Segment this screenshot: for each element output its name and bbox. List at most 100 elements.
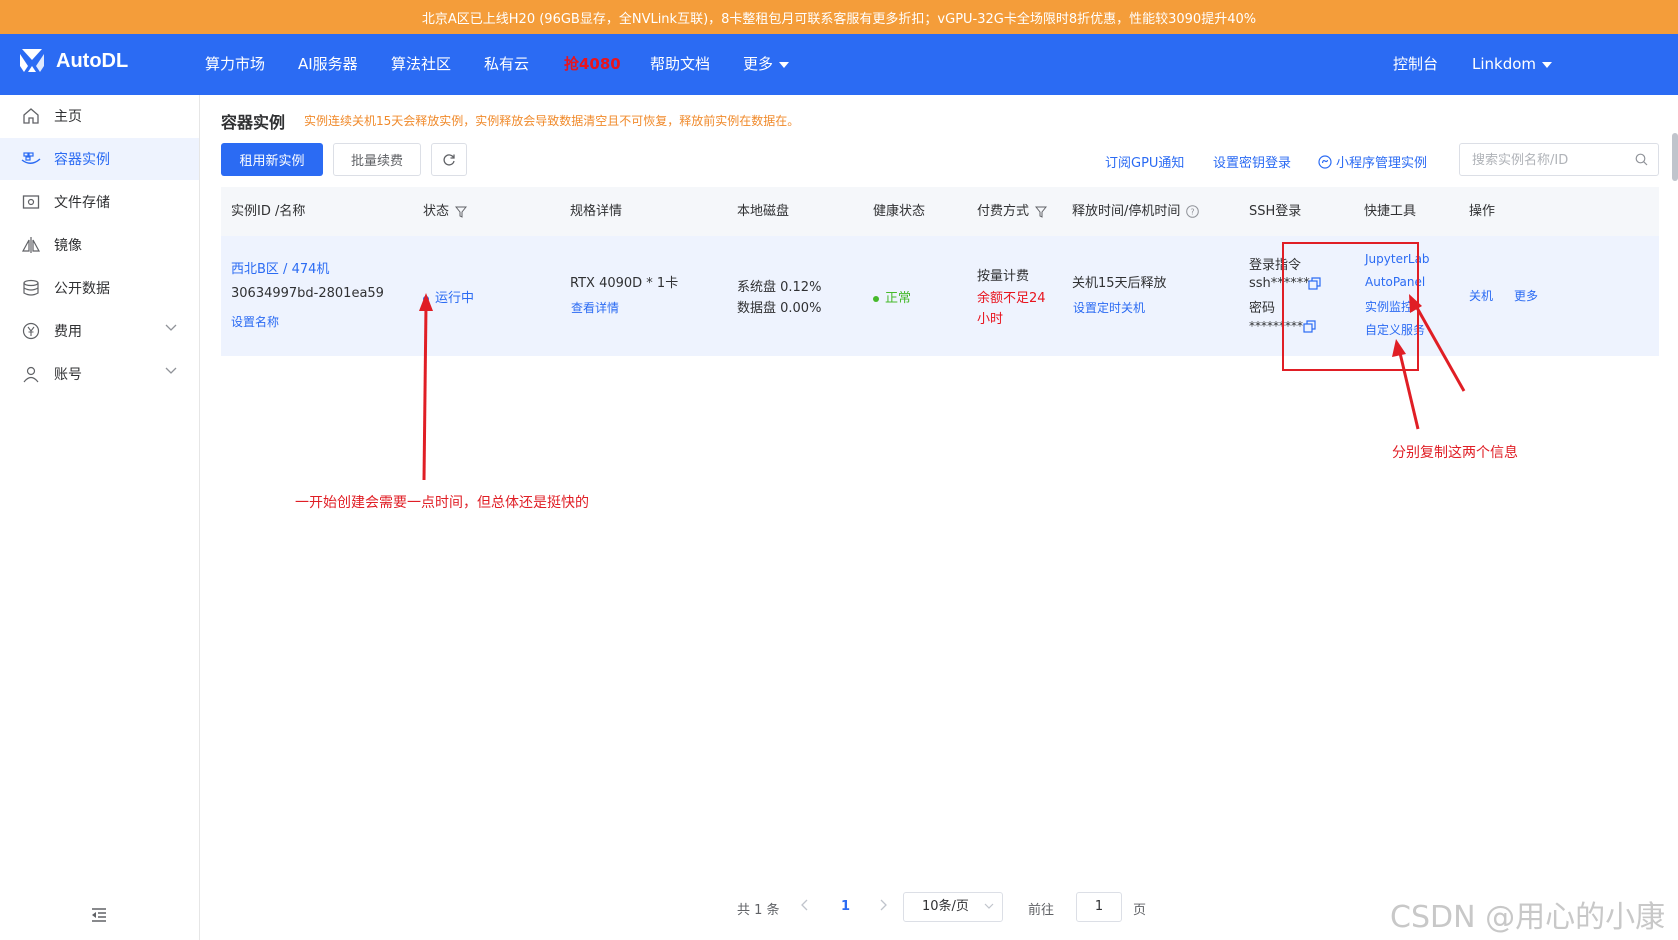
mini-program-link[interactable]: 小程序管理实例 (1318, 152, 1427, 171)
more-actions-button[interactable]: 更多 (1514, 287, 1538, 304)
col-disk: 本地磁盘 (737, 204, 790, 219)
chevron-right-icon (880, 899, 887, 911)
col-label: 付费方式 (977, 204, 1030, 219)
balance-warning-unit: 小时 (977, 312, 1004, 327)
button-label: 租用新实例 (239, 154, 305, 169)
collapse-menu-icon (92, 908, 106, 922)
spec-gpu: RTX 4090D * 1卡 (570, 276, 679, 291)
nav-item-docs[interactable]: 帮助文档 (650, 34, 710, 95)
user-name: Linkdom (1472, 55, 1537, 73)
refresh-button[interactable] (431, 143, 467, 176)
nav-console[interactable]: 控制台 (1393, 34, 1438, 95)
help-icon[interactable]: ? (1186, 205, 1200, 218)
announcement-banner: 北京A区已上线H20 (96GB显存，全NVLink互联)，8卡整租包月可联系客… (0, 0, 1678, 34)
goto-page-input[interactable]: 1 (1076, 892, 1122, 922)
col-label: 状态 (423, 204, 450, 219)
caret-down-icon (779, 61, 790, 68)
database-icon (20, 277, 42, 299)
set-key-login-link[interactable]: 设置密钥登录 (1213, 152, 1291, 171)
status-annotation: 一开始创建会需要一点时间，但总体还是挺快的 (295, 495, 589, 511)
instance-id: 30634997bd-2801ea59 (231, 286, 384, 301)
home-icon (20, 105, 42, 127)
subscribe-gpu-link[interactable]: 订阅GPU通知 (1105, 152, 1184, 171)
ssh-highlight-box (1282, 242, 1419, 371)
chevron-down-icon (165, 324, 177, 331)
nav-item-community[interactable]: 算法社区 (391, 34, 451, 95)
sidebar-item-account[interactable]: 账号 (0, 353, 199, 395)
set-timer-link[interactable]: 设置定时关机 (1073, 299, 1145, 316)
spec-detail-link[interactable]: 查看详情 (571, 299, 619, 316)
col-health: 健康状态 (873, 204, 926, 219)
col-instance-id: 实例ID /名称 (231, 204, 306, 219)
nav-item-grab-4080[interactable]: 抢4080 (564, 34, 621, 95)
search-input[interactable] (1472, 151, 1632, 169)
col-status[interactable]: 状态 (423, 187, 468, 236)
nav-user-menu[interactable]: Linkdom (1472, 34, 1553, 95)
nav-item-private-cloud[interactable]: 私有云 (484, 34, 529, 95)
filter-icon (1035, 206, 1048, 218)
chevron-down-icon (165, 367, 177, 374)
nav-item-more[interactable]: 更多 (743, 34, 790, 95)
chevron-down-icon (984, 903, 994, 909)
status-badge: 运行中 (423, 287, 474, 306)
col-billing[interactable]: 付费方式 (977, 187, 1048, 236)
rent-new-instance-button[interactable]: 租用新实例 (221, 143, 323, 176)
health-dot (873, 295, 879, 302)
caret-down-icon (1542, 61, 1553, 68)
sidebar-item-label: 公开数据 (54, 281, 110, 297)
sidebar-item-home[interactable]: 主页 (0, 95, 199, 137)
sidebar-item-label: 镜像 (54, 238, 82, 254)
main-content: 容器实例 实例连续关机15天会释放实例，实例释放会导致数据清空且不可恢复，释放前… (200, 95, 1678, 940)
instance-search[interactable] (1459, 143, 1659, 176)
sidebar-item-public-data[interactable]: 公开数据 (0, 267, 199, 309)
link-label: 小程序管理实例 (1336, 156, 1428, 171)
nav-label: 帮助文档 (650, 55, 711, 73)
goto-suffix: 页 (1133, 903, 1147, 918)
nav-label: 更多 (743, 55, 774, 73)
shutdown-button[interactable]: 关机 (1469, 287, 1493, 304)
status-text: 运行中 (435, 291, 475, 306)
autodl-logo-icon (20, 49, 44, 72)
nav-label: 算力市场 (205, 55, 266, 73)
table-header: 实例ID /名称 状态 规格详情 本地磁盘 健康状态 付费方式 释放时间/停机时… (221, 187, 1659, 236)
nav-label: 私有云 (484, 55, 530, 73)
storage-icon (20, 191, 42, 213)
sidebar: 主页 容器实例 文件存储 镜像 公开数据 费用 账号 (0, 95, 200, 940)
ssh-password-label: 密码 (1249, 301, 1276, 316)
pagination-page-1[interactable]: 1 (841, 899, 850, 914)
page-size-select[interactable]: 10条/页 (903, 892, 1003, 922)
sidebar-item-images[interactable]: 镜像 (0, 224, 199, 266)
billing-type: 按量计费 (977, 269, 1030, 284)
goto-prefix: 前往 (1028, 903, 1055, 918)
col-release: 释放时间/停机时间? (1072, 187, 1200, 236)
pagination-next-button[interactable] (879, 899, 887, 915)
sidebar-item-storage[interactable]: 文件存储 (0, 181, 199, 223)
set-name-link[interactable]: 设置名称 (231, 313, 279, 330)
pagination-prev-button[interactable] (801, 899, 809, 915)
copy-annotation: 分别复制这两个信息 (1392, 445, 1518, 461)
yen-icon (20, 320, 42, 342)
col-ssh: SSH登录 (1249, 204, 1302, 219)
sidebar-item-label: 费用 (54, 324, 82, 340)
release-policy: 关机15天后释放 (1072, 276, 1167, 291)
csdn-watermark: CSDN @用心的小康 (1390, 900, 1666, 935)
user-icon (20, 363, 42, 385)
batch-renew-button[interactable]: 批量续费 (333, 143, 421, 176)
instance-region-link[interactable]: 西北B区 / 474机 (231, 258, 329, 277)
chevron-left-icon (801, 899, 808, 911)
status-dot (423, 295, 429, 302)
sidebar-collapse-button[interactable] (90, 907, 108, 927)
sidebar-item-billing[interactable]: 费用 (0, 310, 199, 352)
brand-logo[interactable]: AutoDL (18, 46, 128, 76)
sidebar-item-containers[interactable]: 容器实例 (0, 138, 199, 180)
pagination-total: 共 1 条 (737, 903, 780, 918)
button-label: 批量续费 (350, 154, 403, 169)
page-scrollbar[interactable] (1672, 133, 1678, 181)
nav-item-ai-server[interactable]: AI服务器 (298, 34, 358, 95)
sidebar-item-label: 文件存储 (54, 195, 110, 211)
nav-item-market[interactable]: 算力市场 (205, 34, 265, 95)
nav-label: 算法社区 (391, 55, 452, 73)
col-tools: 快捷工具 (1364, 204, 1417, 219)
nav-label: AI服务器 (298, 55, 358, 73)
filter-icon (455, 206, 468, 218)
